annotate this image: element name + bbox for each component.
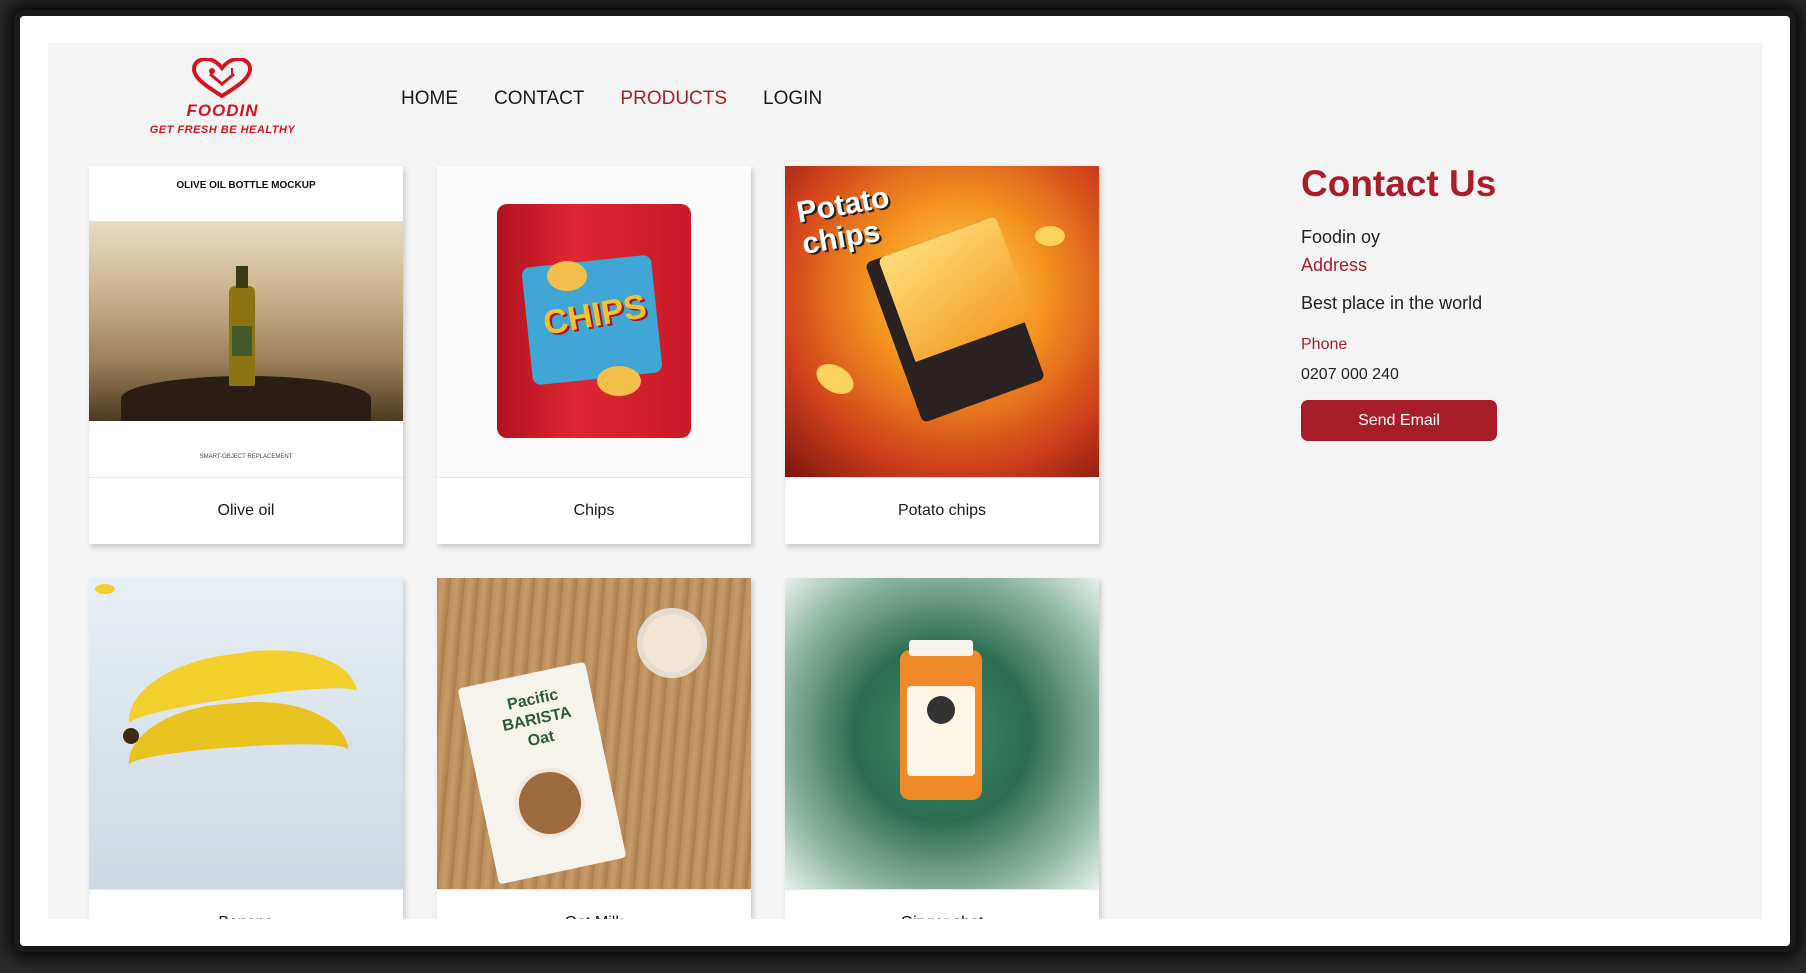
nav-products[interactable]: PRODUCTS [620, 88, 727, 110]
main-nav: HOME CONTACT PRODUCTS LOGIN [401, 88, 822, 110]
chips-bag-image: CHIPS [437, 166, 751, 478]
product-card-juice[interactable]: Ginger shot [785, 578, 1099, 919]
product-card-banana[interactable]: Banana [89, 578, 403, 919]
oat-milk-carton-image: Pacific BARISTA Oat [437, 578, 751, 890]
potato-chips-ad-image: Potato chips [785, 166, 1099, 478]
phone-label: Phone [1301, 336, 1348, 353]
image-caption: SMART-OBJECT REPLACEMENT [199, 454, 293, 460]
nav-contact[interactable]: CONTACT [494, 88, 584, 110]
product-label: Ginger shot [785, 890, 1099, 919]
heart-fork-spoon-icon [191, 58, 253, 98]
product-card-chips[interactable]: CHIPS Chips [437, 166, 751, 544]
product-card-olive-oil[interactable]: OLIVE OIL BOTTLE MOCKUP SMART-OBJECT REP… [89, 166, 403, 544]
brand-tagline: GET FRESH BE HEALTHY [149, 124, 296, 136]
image-title: OLIVE OIL BOTTLE MOCKUP [176, 180, 316, 191]
contact-section: Contact Us Foodin oy Address Best place … [1301, 163, 1621, 441]
phone-value: 0207 000 240 [1301, 366, 1399, 383]
olive-oil-bottle-image: OLIVE OIL BOTTLE MOCKUP SMART-OBJECT REP… [89, 166, 403, 478]
address-value: Best place in the world [1301, 293, 1483, 313]
nav-home[interactable]: HOME [401, 88, 458, 110]
page: FOODIN GET FRESH BE HEALTHY HOME CONTACT… [48, 43, 1762, 919]
product-card-oat-milk[interactable]: Pacific BARISTA Oat Oat Milk [437, 578, 751, 919]
banana-image [89, 578, 403, 890]
product-label: Oat Milk [437, 890, 751, 919]
product-label: Chips [573, 502, 615, 519]
potato-chips-headline: Potato chips [794, 180, 892, 262]
product-label: Banana [89, 890, 403, 919]
product-label: Olive oil [217, 502, 275, 519]
juice-bottle-image [785, 578, 1099, 890]
send-email-button[interactable]: Send Email [1301, 400, 1497, 441]
company-name: Foodin oy [1301, 227, 1381, 247]
browser-frame: FOODIN GET FRESH BE HEALTHY HOME CONTACT… [20, 16, 1790, 946]
address-label: Address [1301, 255, 1368, 275]
contact-title: Contact Us [1301, 163, 1497, 204]
product-label: Potato chips [897, 502, 987, 519]
brand-name: FOODIN [186, 101, 259, 120]
nav-login[interactable]: LOGIN [763, 88, 822, 110]
product-card-potato-chips[interactable]: Potato chips Potato chips [785, 166, 1099, 544]
brand-logo[interactable]: FOODIN GET FRESH BE HEALTHY [140, 58, 305, 143]
